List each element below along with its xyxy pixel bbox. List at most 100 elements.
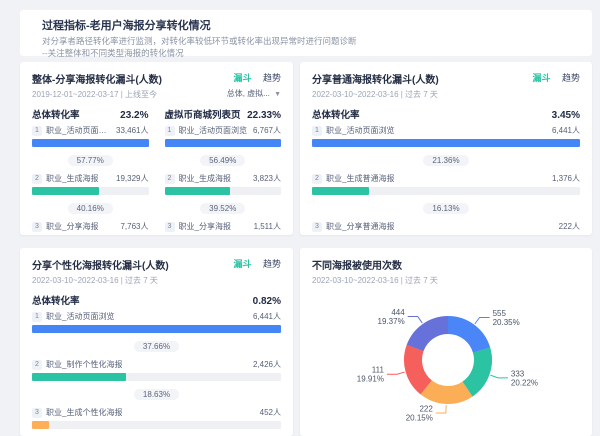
panel-overall-funnel-titles: 整体-分享海报转化漏斗(人数) 2019-12-01~2022-03-17 | … [32,71,162,100]
panel-poster-usage-titles: 不同海报被使用次数 2022-03-10~2022-03-16 | 过去 7 天 [312,257,438,286]
step-value: 1,376人 [548,173,580,184]
donut-slice-label: 11119.91% [357,366,385,384]
funnel-step-labelrow: 3职业_生成个性化海报452人 [32,406,281,419]
tab-funnel[interactable]: 漏斗 [233,259,251,269]
tab-trend[interactable]: 趋势 [263,73,281,83]
step-label: 职业_活动页面浏览 [326,125,394,136]
conversion-rate-pill: 40.16% [32,198,149,216]
funnel-chart: 1职业_活动页面浏览6,441人21.36%2职业_生成普通海报1,376人16… [312,124,580,235]
panel-date-range: 2022-03-10~2022-03-16 | 过去 7 天 [32,275,169,286]
step-value: 1,511人 [250,221,281,232]
step-index-badge: 3 [32,408,42,418]
funnel-step: 3职业_分享海报1,511人 [165,220,282,235]
step-index-badge: 3 [165,222,175,232]
funnel-chart: 1职业_活动页面浏览33,461人 57.77% 2职业_生成海报19,329人 40… [32,124,149,235]
panel-title: 整体-分享海报转化漏斗(人数) [32,71,162,86]
segment-filter-value: 总体, 虚拟... [227,89,270,98]
conversion-rate-pill: 11.73% [32,432,281,436]
panel-date-range: 2022-03-10~2022-03-16 | 过去 7 天 [312,275,438,286]
funnel-bar-track [312,187,580,195]
donut-slice-label: 44419.37% [378,308,406,326]
funnel-step: 3职业_分享海报7,763人 [32,220,149,235]
panel-date-range: 2022-03-10~2022-03-16 | 过去 7 天 [312,89,439,100]
panel-overall-funnel-head: 整体-分享海报转化漏斗(人数) 2019-12-01~2022-03-17 | … [32,71,281,100]
overall-rate-value: 23.2% [120,110,148,121]
page-header: 过程指标-老用户海报分享转化情况 对分享者路径转化率进行监测，对转化率较低环节或… [20,10,592,56]
overall-rate-value: 3.45% [552,110,580,121]
donut-label-connector [490,375,508,378]
funnel-step: 2职业_生成海报3,823人 [165,172,282,195]
overall-rate-row: 总体转化率 0.82% [32,293,281,307]
donut-label-connector [387,372,405,374]
funnel-bar[interactable] [165,187,231,195]
funnel-column-overall: 总体转化率 23.2% 1职业_活动页面浏览33,461人 57.77% 2职业_生… [32,100,149,235]
funnel-step: 1职业_活动页面浏览6,767人 [165,124,282,147]
tab-trend[interactable]: 趋势 [263,259,281,269]
conversion-rate-pill: 39.52% [165,198,282,216]
funnel-bar[interactable] [32,325,281,333]
funnel-step-labelrow: 2职业_制作个性化海报2,426人 [32,358,281,371]
panel-poster-usage: 不同海报被使用次数 2022-03-10~2022-03-16 | 过去 7 天… [300,248,592,436]
funnel-bar[interactable] [312,139,580,147]
panel-overall-funnel: 整体-分享海报转化漏斗(人数) 2019-12-01~2022-03-17 | … [20,62,293,235]
page-title: 过程指标-老用户海报分享转化情况 [42,17,570,33]
step-label: 职业_活动页面浏览 [179,125,247,136]
funnel-bar[interactable] [32,139,149,147]
step-label: 职业_生成普通海报 [326,173,394,184]
conversion-rate-pill: 57.77% [32,150,149,168]
panel-personalized-poster-funnel: 分享个性化海报转化漏斗(人数) 2022-03-10~2022-03-16 | … [20,248,293,436]
step-label: 职业_活动页面浏览 [46,125,112,136]
step-index-badge: 2 [165,174,175,184]
donut-slice-label: 33320.22% [511,369,538,387]
step-value: 6,441人 [249,311,281,322]
funnel-step-labelrow: 1职业_活动页面浏览33,461人 [32,124,149,137]
funnel-bar[interactable] [312,187,369,195]
funnel-step: 3职业_分享普通海报222人 [312,220,580,235]
funnel-step: 3职业_生成个性化海报452人 [32,406,281,429]
page-description-line2: --关注整体和不同类型海报的转化情况 [42,48,570,59]
panel-title: 分享普通海报转化漏斗(人数) [312,71,439,86]
panel-title: 不同海报被使用次数 [312,257,438,272]
conversion-rate-pill: 21.36% [312,150,580,168]
funnel-columns: 总体转化率 23.2% 1职业_活动页面浏览33,461人57.77%2职业_生… [32,100,281,235]
step-index-badge: 1 [32,312,42,322]
overall-rate-row: 总体转化率 3.45% [312,107,580,121]
funnel-bar-track [312,139,580,147]
step-index-badge: 2 [312,174,322,184]
funnel-bar-track [165,139,282,147]
chart-type-tabs: 漏斗 趋势 [224,257,281,270]
segment-filter-dropdown[interactable]: 总体, 虚拟... ▼ [224,88,281,99]
step-value: 19,329人 [112,173,148,184]
chevron-down-icon: ▼ [274,91,281,98]
step-label: 职业_制作个性化海报 [46,359,122,370]
overall-rate-label: 总体转化率 [32,107,80,121]
chart-type-tabs: 漏斗 趋势 [523,71,580,84]
conversion-rate-pill: 18.63% [32,384,281,402]
funnel-bar[interactable] [165,139,282,147]
panel-title: 分享个性化海报转化漏斗(人数) [32,257,169,272]
step-index-badge: 3 [32,222,42,232]
overall-rate-row: 虚拟币商城列表页 22.33% [165,107,282,121]
tab-funnel[interactable]: 漏斗 [233,73,251,83]
funnel-bar-track [165,187,282,195]
funnel-bar[interactable] [32,421,49,429]
funnel-bar[interactable] [32,373,126,381]
tab-trend[interactable]: 趋势 [562,73,580,83]
funnel-step: 1职业_活动页面浏览33,461人 [32,124,149,147]
step-label: 职业_分享普通海报 [326,221,394,232]
funnel-step-labelrow: 1职业_活动页面浏览6,441人 [312,124,580,137]
funnel-chart: 1职业_活动页面浏览6,441人37.66%2职业_制作个性化海报2,426人1… [32,310,281,436]
funnel-step-labelrow: 2职业_生成海报3,823人 [165,172,282,185]
step-label: 职业_分享海报 [46,221,98,232]
tab-funnel[interactable]: 漏斗 [532,73,550,83]
panel-personalized-poster-titles: 分享个性化海报转化漏斗(人数) 2022-03-10~2022-03-16 | … [32,257,169,286]
funnel-step-labelrow: 3职业_分享海报7,763人 [32,220,149,233]
funnel-bar[interactable] [32,187,99,195]
step-index-badge: 2 [32,174,42,184]
funnel-step: 1职业_活动页面浏览6,441人 [312,124,580,147]
funnel-step: 2职业_生成海报19,329人 [32,172,149,195]
funnel-step: 2 职业_生成普通海报 1,376人 [312,172,580,195]
overall-rate-label: 虚拟币商城列表页 [165,107,241,121]
step-label: 职业_生成海报 [179,173,231,184]
panel-head-controls: 漏斗 趋势 总体, 虚拟... ▼ [224,71,281,99]
